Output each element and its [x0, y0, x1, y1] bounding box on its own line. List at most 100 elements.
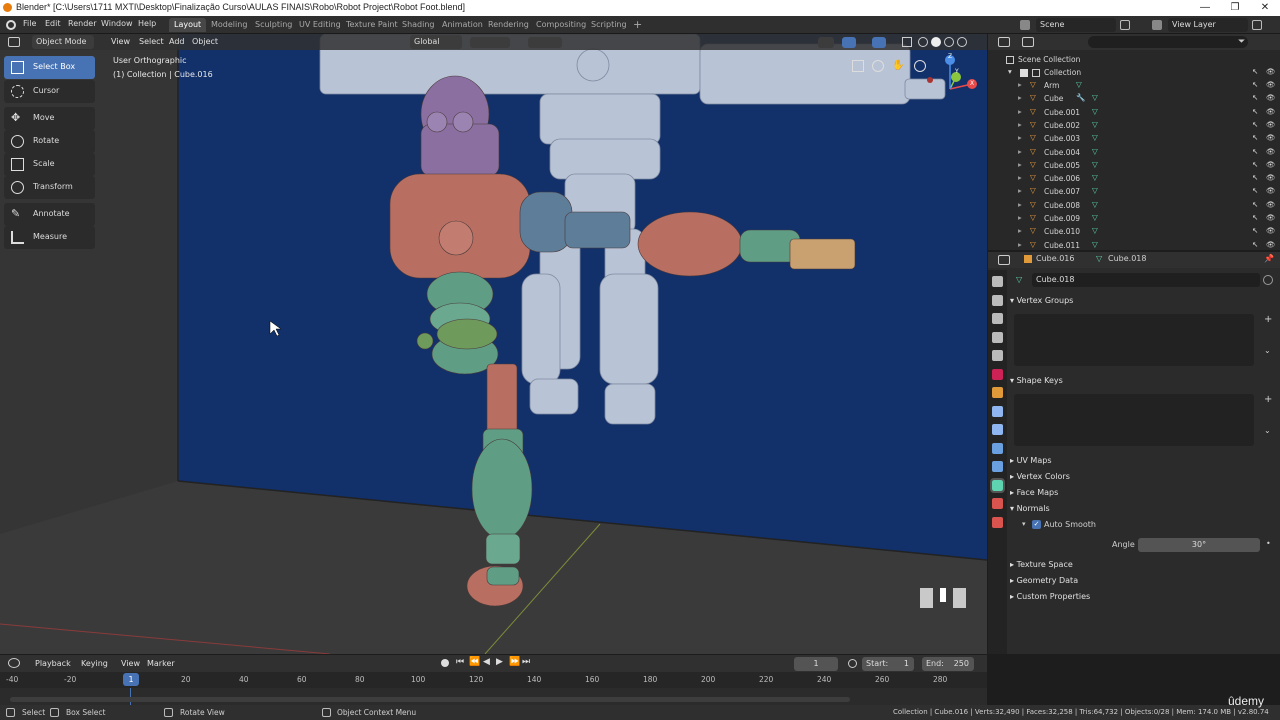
maximize-button[interactable]: ❐ — [1220, 0, 1250, 16]
scene-tab-icon[interactable] — [992, 350, 1003, 361]
section-geometry-data[interactable]: ▸ Geometry Data — [1010, 576, 1078, 585]
visibility-eye-icon[interactable]: 👁 — [1266, 80, 1276, 89]
select-arrow-icon[interactable]: ↖ — [1252, 80, 1258, 89]
expand-arrow-icon[interactable]: ▸ — [1018, 107, 1022, 116]
shape-key-menu-icon[interactable]: ⌄ — [1264, 426, 1271, 435]
modifier-tab-icon[interactable] — [992, 405, 1003, 417]
material-tab-icon[interactable] — [992, 498, 1003, 509]
new-scene-icon[interactable] — [1120, 20, 1130, 30]
blender-menu-icon[interactable] — [6, 20, 16, 30]
breadcrumb-object[interactable]: Cube.016 — [1036, 254, 1074, 263]
xray-icon[interactable] — [902, 37, 912, 47]
jump-start-icon[interactable]: ⏮ — [456, 657, 464, 667]
particles-tab-icon[interactable] — [992, 424, 1003, 435]
camera-view-icon[interactable] — [852, 60, 864, 72]
expand-arrow-icon[interactable]: ▸ — [1018, 186, 1022, 195]
select-arrow-icon[interactable]: ↖ — [1252, 93, 1258, 102]
editor-type-icon[interactable] — [8, 37, 20, 47]
section-normals[interactable]: ▾ Normals — [1010, 504, 1050, 513]
view-layer-selector[interactable]: View Layer — [1168, 18, 1248, 32]
tool-scale[interactable]: Scale — [4, 153, 95, 176]
visibility-eye-icon[interactable]: 👁 — [1266, 93, 1276, 102]
menu-file[interactable]: File — [23, 19, 36, 28]
render-tab-icon[interactable] — [992, 294, 1003, 306]
outliner-item[interactable]: ▸ ▽ Cube.007 ▽ ↖ 👁 — [988, 186, 1280, 199]
select-arrow-icon[interactable]: ↖ — [1252, 173, 1258, 182]
play-reverse-icon[interactable]: ◀ — [483, 657, 490, 667]
material-shading-icon[interactable] — [944, 37, 954, 47]
object-mode-dropdown[interactable]: Object Mode — [32, 35, 94, 49]
outliner-item[interactable]: ▸ ▽ Cube 🔧 ▽ ↖ 👁 — [988, 93, 1280, 106]
pivot-snap-icon[interactable] — [470, 37, 510, 48]
expand-arrow-icon[interactable]: ▸ — [1018, 93, 1022, 102]
select-arrow-icon[interactable]: ↖ — [1252, 240, 1258, 249]
next-keyframe-icon[interactable]: ⏩ — [509, 657, 520, 667]
object-tab-icon[interactable] — [992, 387, 1003, 398]
start-frame-field[interactable]: Start: 1 — [862, 657, 914, 671]
select-arrow-icon[interactable]: ↖ — [1252, 147, 1258, 156]
minimize-button[interactable]: — — [1190, 0, 1220, 16]
timeline-scrollbar[interactable] — [10, 697, 850, 702]
tool-rotate[interactable]: Rotate — [4, 130, 95, 153]
visibility-eye-icon[interactable]: 👁 — [1266, 226, 1276, 235]
stopwatch-icon[interactable] — [848, 659, 857, 668]
outliner-item[interactable]: ▸ ▽ Cube.006 ▽ ↖ 👁 — [988, 173, 1280, 186]
section-texture-space[interactable]: ▸ Texture Space — [1010, 560, 1073, 569]
tool-tab-icon[interactable] — [992, 276, 1003, 287]
display-mode-icon[interactable] — [1022, 37, 1034, 47]
data-tab-icon[interactable] — [990, 477, 1005, 493]
select-arrow-icon[interactable]: ↖ — [1252, 67, 1258, 76]
end-frame-field[interactable]: End: 250 — [922, 657, 974, 671]
visibility-eye-icon[interactable]: 👁 — [1266, 120, 1276, 129]
outliner-item[interactable]: ▸ ▽ Cube.004 ▽ ↖ 👁 — [988, 147, 1280, 160]
outliner-item[interactable]: ▸ ▽ Cube.005 ▽ ↖ 👁 — [988, 160, 1280, 173]
select-arrow-icon[interactable]: ↖ — [1252, 226, 1258, 235]
outliner-item[interactable]: ▸ ▽ Cube.011 ▽ ↖ 👁 — [988, 240, 1280, 253]
section-uv-maps[interactable]: ▸ UV Maps — [1010, 456, 1051, 465]
select-arrow-icon[interactable]: ↖ — [1252, 160, 1258, 169]
keyframe-dot-icon[interactable]: • — [1266, 539, 1271, 548]
pin-icon[interactable]: 📌 — [1264, 254, 1274, 263]
angle-field[interactable]: 30° — [1138, 538, 1260, 552]
tab-scripting[interactable]: Scripting — [586, 18, 632, 32]
outliner-item[interactable]: ▸ ▽ Cube.010 ▽ ↖ 👁 — [988, 226, 1280, 239]
viewport-menu-select[interactable]: Select — [139, 37, 164, 53]
record-icon[interactable] — [441, 659, 449, 667]
outliner-item[interactable]: ▸ ▽ Cube.009 ▽ ↖ 👁 — [988, 213, 1280, 226]
outliner-item[interactable]: ▸ ▽ Cube.003 ▽ ↖ 👁 — [988, 133, 1280, 146]
outliner-scene-collection[interactable]: Scene Collection — [988, 54, 1280, 67]
wireframe-shading-icon[interactable] — [918, 37, 928, 47]
play-icon[interactable]: ▶ — [496, 657, 503, 667]
menu-edit[interactable]: Edit — [45, 19, 61, 28]
vertex-group-menu-icon[interactable]: ⌄ — [1264, 346, 1271, 355]
solid-shading-icon[interactable] — [931, 37, 941, 47]
world-tab-icon[interactable] — [992, 368, 1003, 380]
playhead[interactable]: 1 — [123, 673, 139, 686]
menu-window[interactable]: Window — [101, 19, 133, 28]
select-arrow-icon[interactable]: ↖ — [1252, 186, 1258, 195]
filter-icon[interactable]: ⏷ — [1238, 37, 1245, 47]
expand-arrow-icon[interactable]: ▸ — [1018, 173, 1022, 182]
close-button[interactable]: ✕ — [1250, 0, 1280, 16]
tool-move[interactable]: ✥ Move — [4, 107, 95, 130]
outliner-editor-icon[interactable] — [998, 37, 1010, 47]
expand-arrow-icon[interactable]: ▸ — [1018, 133, 1022, 142]
new-view-layer-icon[interactable] — [1252, 20, 1262, 30]
add-workspace-button[interactable]: + — [628, 16, 647, 31]
expand-arrow-icon[interactable]: ▸ — [1018, 160, 1022, 169]
expand-arrow-icon[interactable]: ▸ — [1018, 200, 1022, 209]
section-vertex-colors[interactable]: ▸ Vertex Colors — [1010, 472, 1070, 481]
rendered-shading-icon[interactable] — [957, 37, 967, 47]
tool-measure[interactable]: Measure — [4, 226, 95, 249]
output-tab-icon[interactable] — [992, 313, 1003, 324]
properties-editor-icon[interactable] — [998, 255, 1010, 265]
select-arrow-icon[interactable]: ↖ — [1252, 200, 1258, 209]
section-vertex-groups[interactable]: ▾ Vertex Groups — [1010, 296, 1073, 305]
menu-help[interactable]: Help — [138, 19, 156, 28]
select-arrow-icon[interactable]: ↖ — [1252, 133, 1258, 142]
zoom-icon[interactable] — [914, 60, 926, 72]
fake-user-icon[interactable] — [1263, 275, 1273, 285]
viewport-menu-add[interactable]: Add — [169, 37, 185, 53]
expand-arrow-icon[interactable]: ▸ — [1018, 213, 1022, 222]
mesh-name-field[interactable]: Cube.018 — [1032, 273, 1260, 287]
